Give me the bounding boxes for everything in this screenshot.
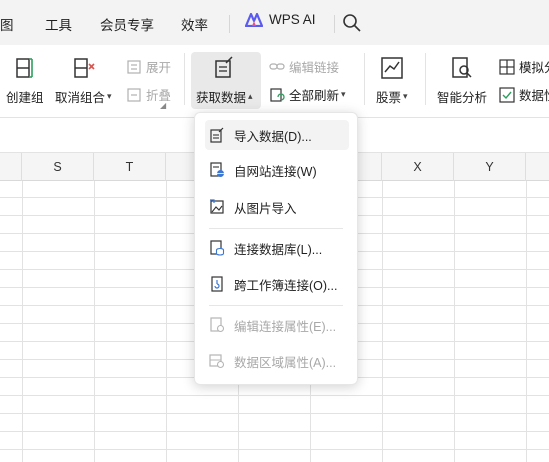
- stock-chart-icon: [381, 57, 403, 79]
- link-icon: [269, 62, 285, 70]
- menu-tab-bar: 图 工具 会员专享 效率 WPS AI: [0, 0, 549, 45]
- column-header-y[interactable]: Y: [454, 153, 526, 181]
- get-data-button[interactable]: 获取数据 ▴: [196, 55, 253, 106]
- menu-item-edit-connection[interactable]: 编辑连接属性(E)...: [205, 310, 349, 340]
- menu-divider: [209, 228, 343, 229]
- smart-analysis-icon: [452, 57, 472, 78]
- menu-item-web-connect[interactable]: 自网站连接(W): [205, 155, 349, 185]
- edit-links-label: 编辑链接: [289, 61, 340, 75]
- ribbon-divider: [184, 53, 185, 105]
- refresh-all-label: 全部刷新: [289, 89, 340, 103]
- ribbon-divider: [425, 53, 426, 105]
- search-icon[interactable]: [342, 13, 362, 33]
- edit-connection-icon: [210, 317, 225, 333]
- database-connect-icon: [210, 240, 225, 256]
- menu-item-label: 数据区域属性(A)...: [234, 355, 337, 370]
- web-connect-icon: [210, 162, 224, 177]
- chevron-down-icon: ▾: [341, 89, 346, 99]
- get-data-dropdown-menu: 导入数据(D)... 自网站连接(W) 从图片导入 连接数据库(L)... 跨工…: [194, 112, 358, 385]
- refresh-icon: [270, 87, 285, 102]
- ribbon-toolbar: 创建组 取消组合 ▾ 展开 折叠 ◢ 获取数据 ▴ 编辑链接 全部刷新 ▾ 股票…: [0, 45, 549, 117]
- smart-analysis-button[interactable]: 智能分析: [437, 55, 487, 106]
- grid-icon: [499, 58, 515, 75]
- ungroup-button[interactable]: 取消组合 ▾: [55, 55, 112, 106]
- menu-item-range-properties[interactable]: 数据区域属性(A)...: [205, 346, 349, 376]
- create-group-button[interactable]: 创建组: [6, 55, 44, 106]
- menu-item-workbook-connect[interactable]: 跨工作簿连接(O)...: [205, 269, 349, 299]
- refresh-all-button[interactable]: 全部刷新 ▾: [269, 85, 346, 104]
- smart-analysis-label: 智能分析: [437, 91, 488, 105]
- wps-ai-label: WPS AI: [269, 12, 316, 27]
- import-data-icon: [210, 127, 224, 143]
- tab-tools[interactable]: 工具: [45, 14, 72, 34]
- column-header-s[interactable]: S: [22, 153, 94, 181]
- stocks-label: 股票: [376, 91, 402, 105]
- expand-button[interactable]: 展开: [126, 57, 171, 76]
- column-header[interactable]: [526, 153, 549, 181]
- image-import-icon: [210, 199, 224, 214]
- get-data-icon: [215, 56, 233, 78]
- data-validation-label: 数据性: [519, 89, 549, 103]
- ribbon-divider: [364, 53, 365, 105]
- simulate-analysis-label: 模拟分: [519, 61, 549, 75]
- checklist-icon: [499, 86, 515, 103]
- ungroup-icon: [74, 58, 95, 78]
- menu-item-label: 自网站连接(W): [234, 164, 317, 179]
- create-group-icon: [16, 58, 33, 78]
- tab-figure[interactable]: 图: [0, 14, 14, 34]
- column-header-x[interactable]: X: [382, 153, 454, 181]
- chevron-down-icon: ▾: [107, 91, 112, 101]
- dialog-launcher-icon[interactable]: ◢: [160, 101, 166, 110]
- chevron-down-icon: ▾: [403, 91, 408, 101]
- expand-icon: [127, 59, 141, 74]
- column-header[interactable]: [0, 153, 22, 181]
- simulate-analysis-button[interactable]: 模拟分: [499, 57, 549, 76]
- range-properties-icon: [209, 354, 225, 369]
- create-group-label: 创建组: [6, 91, 44, 105]
- expand-label: 展开: [146, 61, 172, 75]
- menu-divider: [209, 305, 343, 306]
- tab-member[interactable]: 会员专享: [100, 14, 154, 34]
- wps-ai-logo-icon: [245, 12, 263, 27]
- menu-item-import-data[interactable]: 导入数据(D)...: [205, 120, 349, 150]
- tab-efficiency[interactable]: 效率: [181, 14, 208, 34]
- menu-item-label: 编辑连接属性(E)...: [234, 319, 337, 334]
- data-validation-button[interactable]: 数据性: [499, 85, 549, 104]
- stocks-button[interactable]: 股票 ▾: [376, 55, 408, 106]
- edit-links-button[interactable]: 编辑链接: [269, 57, 339, 76]
- ungroup-label: 取消组合: [55, 91, 106, 105]
- menu-item-database-connect[interactable]: 连接数据库(L)...: [205, 233, 349, 263]
- tab-divider: [229, 15, 230, 33]
- tab-wps-ai[interactable]: WPS AI: [245, 12, 316, 27]
- chevron-up-icon: ▴: [248, 91, 253, 101]
- fold-icon: [127, 87, 141, 102]
- menu-item-label: 导入数据(D)...: [234, 129, 312, 144]
- menu-item-label: 跨工作簿连接(O)...: [234, 278, 338, 293]
- menu-item-image-import[interactable]: 从图片导入: [205, 192, 349, 222]
- column-header-t[interactable]: T: [94, 153, 166, 181]
- tab-divider: [334, 15, 335, 33]
- fold-label: 折叠: [146, 89, 172, 103]
- get-data-label: 获取数据: [196, 91, 247, 105]
- menu-item-label: 连接数据库(L)...: [234, 242, 323, 257]
- workbook-connect-icon: [211, 276, 223, 292]
- menu-item-label: 从图片导入: [234, 201, 297, 216]
